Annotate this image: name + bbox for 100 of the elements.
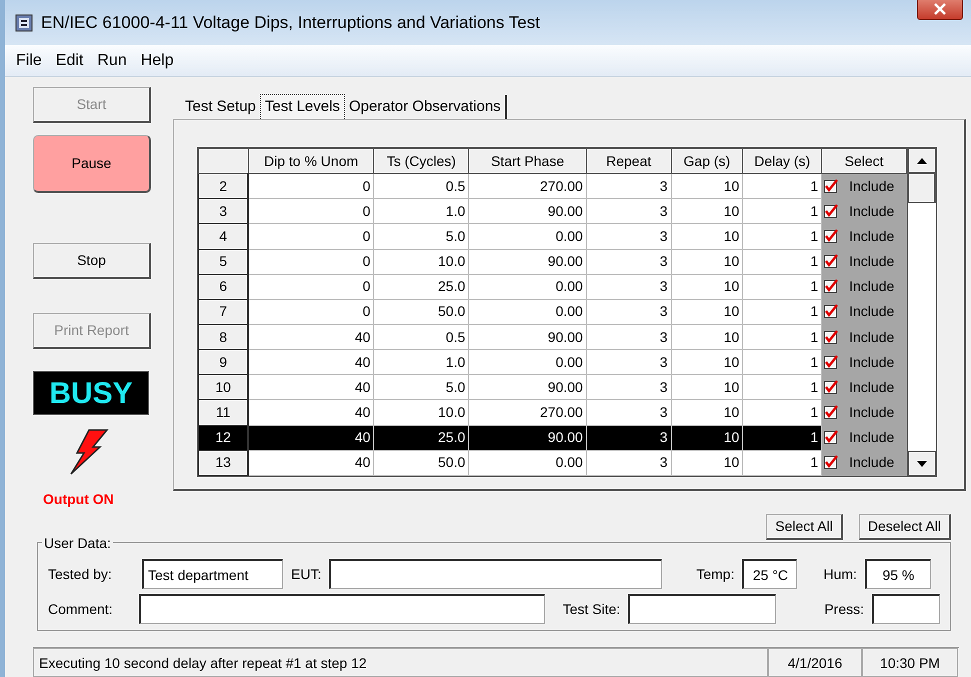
table-cell: 10: [671, 350, 743, 375]
input-field[interactable]: 25 °C: [742, 559, 798, 589]
include-label: Include: [849, 202, 894, 219]
row-header[interactable]: 9: [198, 350, 248, 375]
column-header[interactable]: Select: [822, 148, 907, 174]
column-header[interactable]: Dip to % Unom: [248, 148, 374, 174]
table-cell: 1: [742, 249, 822, 274]
checkbox[interactable]: [824, 430, 840, 444]
table-cell: 0.5: [374, 174, 469, 199]
table-cell: 0.5: [374, 324, 469, 350]
table-cell: 40: [248, 425, 374, 450]
table-cell: 0.00: [468, 224, 586, 250]
table-cell: 25.0: [374, 425, 469, 450]
table-cell: 3: [586, 324, 671, 350]
close-button[interactable]: [917, 0, 963, 20]
checkbox[interactable]: [824, 254, 840, 268]
input-field[interactable]: [139, 594, 545, 624]
table-cell: 10: [671, 374, 743, 400]
menu-item[interactable]: Help: [134, 48, 181, 73]
field-label: Temp:: [696, 564, 734, 584]
table-cell: 40: [248, 450, 374, 476]
column-header[interactable]: Repeat: [586, 148, 671, 174]
checkbox[interactable]: [824, 204, 840, 218]
table-cell: 3: [586, 400, 671, 426]
table-cell: 40: [248, 400, 374, 426]
scrollbar-thumb[interactable]: [908, 173, 936, 203]
table-cell: 3: [586, 299, 671, 324]
row-header[interactable]: 3: [198, 198, 248, 224]
column-header[interactable]: Start Phase: [468, 148, 586, 174]
table-cell: 0: [248, 174, 374, 199]
table-cell: 1: [742, 374, 822, 400]
table-cell: 0.00: [468, 450, 586, 476]
include-label: Include: [849, 454, 894, 470]
field-label: Comment:: [48, 600, 114, 618]
row-header[interactable]: 10: [198, 374, 248, 400]
row-header[interactable]: 7: [198, 299, 248, 324]
table-cell: 90.00: [468, 425, 586, 450]
column-header[interactable]: Gap (s): [671, 148, 743, 174]
row-header[interactable]: 12: [198, 425, 248, 450]
row-header[interactable]: 5: [198, 249, 248, 274]
table-cell: 1: [742, 400, 822, 426]
table-cell: 10: [671, 274, 743, 300]
input-field[interactable]: Test department: [142, 559, 283, 589]
row-header[interactable]: 11: [198, 400, 248, 426]
checkbox[interactable]: [824, 304, 840, 318]
menu-item[interactable]: Edit: [48, 48, 90, 73]
side-button[interactable]: Stop: [33, 243, 151, 279]
input-field[interactable]: [872, 594, 940, 624]
select-button[interactable]: Select All: [766, 514, 843, 540]
input-field[interactable]: [329, 559, 662, 589]
row-header[interactable]: 13: [198, 450, 248, 476]
input-field[interactable]: [628, 594, 776, 624]
field-label: EUT:: [291, 564, 322, 584]
checkbox[interactable]: [824, 455, 840, 470]
input-field[interactable]: 95 %: [864, 559, 931, 589]
column-header[interactable]: Ts (Cycles): [374, 148, 469, 174]
scroll-down-icon[interactable]: [917, 460, 928, 466]
checkbox[interactable]: [824, 279, 840, 294]
table-cell: 10: [671, 425, 743, 450]
column-header[interactable]: Delay (s): [742, 148, 822, 174]
pause-button[interactable]: Pause: [33, 135, 151, 193]
checkbox[interactable]: [824, 380, 840, 394]
table-cell: 5.0: [374, 374, 469, 400]
include-label: Include: [849, 303, 894, 320]
include-label: Include: [849, 378, 894, 395]
table-cell: 10: [671, 174, 743, 199]
row-header[interactable]: 2: [198, 174, 248, 199]
table-cell: 3: [586, 249, 671, 274]
include-label: Include: [849, 404, 894, 420]
table-cell: 90.00: [468, 249, 586, 274]
table-cell: 0.00: [468, 350, 586, 375]
checkbox[interactable]: [824, 354, 840, 369]
table-cell: 3: [586, 274, 671, 300]
checkbox[interactable]: [824, 404, 840, 419]
menu-item[interactable]: File: [9, 48, 49, 73]
table-cell: 3: [586, 174, 671, 199]
field-label: Test Site:: [562, 600, 620, 618]
checkbox[interactable]: [824, 178, 840, 193]
select-button[interactable]: Deselect All: [858, 514, 951, 540]
table-cell: 5.0: [374, 224, 469, 250]
status-time: 10:30 PM: [862, 648, 958, 677]
row-header[interactable]: 4: [198, 224, 248, 250]
checkbox[interactable]: [824, 228, 840, 243]
scroll-up-icon[interactable]: [917, 158, 928, 164]
include-label: Include: [849, 228, 894, 244]
status-message: Executing 10 second delay after repeat #1 at step 12: [33, 648, 768, 677]
row-header[interactable]: 8: [198, 324, 248, 350]
scrollbar[interactable]: [907, 148, 936, 476]
tab[interactable]: Test Levels: [260, 94, 345, 119]
table-cell: 10: [671, 324, 743, 350]
field-label: Press:: [824, 600, 864, 618]
table-cell: 0: [248, 198, 374, 224]
table-cell: 1: [742, 174, 822, 199]
menu-item[interactable]: Run: [90, 48, 134, 73]
table-cell: 1.0: [374, 350, 469, 375]
include-label: Include: [849, 328, 894, 345]
table-cell: 0.00: [468, 274, 586, 300]
checkbox[interactable]: [824, 330, 840, 344]
row-header[interactable]: 6: [198, 274, 248, 300]
window-title: EN/IEC 61000-4-11 Voltage Dips, Interruptions and Variations Test: [41, 12, 541, 34]
